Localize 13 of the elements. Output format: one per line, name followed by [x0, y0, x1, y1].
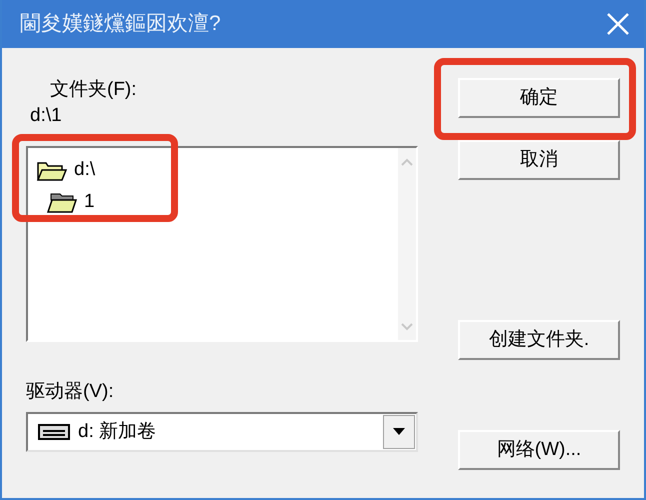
window-title: 閫夋嫨鐩爣鏂囦欢澶?	[20, 11, 221, 38]
ok-button[interactable]: 确定	[458, 78, 620, 118]
folder-item[interactable]: 1	[84, 188, 95, 216]
cancel-button[interactable]: 取消	[458, 140, 620, 180]
drive-icon	[38, 423, 70, 441]
network-button[interactable]: 网络(W)...	[458, 430, 620, 470]
drive-dropdown[interactable]: d: 新加卷	[26, 412, 418, 452]
caret-icon[interactable]	[383, 415, 415, 449]
current-path: d:\1	[29, 106, 63, 126]
drive-label: 驱动器(V):	[26, 380, 115, 404]
folder-label: 文件夹(F):	[49, 78, 138, 102]
folder-item[interactable]: d:\	[74, 156, 96, 184]
new-folder-button[interactable]: 创建文件夹.	[458, 320, 620, 360]
